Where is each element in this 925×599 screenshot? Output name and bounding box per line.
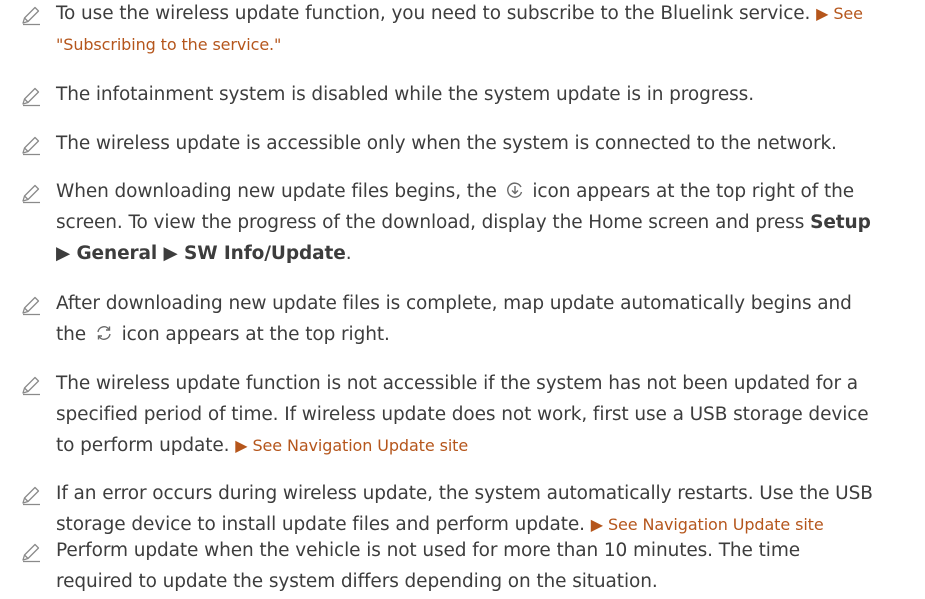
navigation-update-link[interactable]: ▶ See Navigation Update site xyxy=(235,436,468,455)
pencil-note-icon xyxy=(22,543,40,563)
pencil-note-icon xyxy=(22,486,40,506)
note-body: If an error occurs during wireless updat… xyxy=(56,483,873,504)
note-body: icon appears at the top right. xyxy=(121,324,390,345)
note-text: Perform update when the vehicle is not u… xyxy=(56,535,885,597)
note-item: To use the wireless update function, you… xyxy=(0,0,925,60)
note-text: The wireless update is accessible only w… xyxy=(56,133,837,154)
note-body: The wireless update function is not acce… xyxy=(56,373,858,394)
note-body: icon appears at the top right of the xyxy=(532,181,855,202)
note-body: storage device to install update files a… xyxy=(56,514,585,535)
see-link[interactable]: ▶ See xyxy=(816,4,863,23)
note-tail: . xyxy=(345,243,352,264)
note-text: After downloading new update files is co… xyxy=(56,288,885,350)
menu-path: ▶ General ▶ SW Info/Update xyxy=(56,243,346,264)
note-item: After downloading new update files is co… xyxy=(0,290,925,352)
note-body: When downloading new update files begins… xyxy=(56,181,497,202)
note-item: The infotainment system is disabled whil… xyxy=(0,81,925,112)
note-item: The wireless update is accessible only w… xyxy=(0,130,925,161)
note-item: If an error occurs during wireless updat… xyxy=(0,480,925,542)
pencil-note-icon xyxy=(22,184,40,204)
pencil-note-icon xyxy=(22,296,40,316)
pencil-note-icon xyxy=(22,6,40,26)
note-body: After downloading new update files is co… xyxy=(56,293,852,314)
pencil-note-icon xyxy=(22,376,40,396)
navigation-update-link[interactable]: ▶ See Navigation Update site xyxy=(591,515,824,534)
menu-setup: Setup xyxy=(810,212,871,233)
note-item: Perform update when the vehicle is not u… xyxy=(0,537,925,599)
note-text: The infotainment system is disabled whil… xyxy=(56,84,754,105)
note-text: When downloading new update files begins… xyxy=(56,176,885,269)
note-body: To use the wireless update function, you… xyxy=(56,3,811,24)
note-body: specified period of time. If wireless up… xyxy=(56,404,869,425)
note-item: When downloading new update files begins… xyxy=(0,178,925,271)
pencil-note-icon xyxy=(22,87,40,107)
note-body: required to update the system differs de… xyxy=(56,571,658,592)
note-item: The wireless update function is not acce… xyxy=(0,370,925,463)
download-update-icon xyxy=(506,182,522,198)
updating-icon xyxy=(97,326,111,340)
note-text: To use the wireless update function, you… xyxy=(56,0,885,60)
note-text: The wireless update function is not acce… xyxy=(56,368,885,461)
note-body: to perform update. xyxy=(56,435,230,456)
note-body: Perform update when the vehicle is not u… xyxy=(56,540,801,561)
note-body: the xyxy=(56,324,87,345)
note-body: screen. To view the progress of the down… xyxy=(56,212,805,233)
pencil-note-icon xyxy=(22,136,40,156)
note-text: If an error occurs during wireless updat… xyxy=(56,478,885,540)
see-link-target[interactable]: "Subscribing to the service." xyxy=(56,35,281,54)
